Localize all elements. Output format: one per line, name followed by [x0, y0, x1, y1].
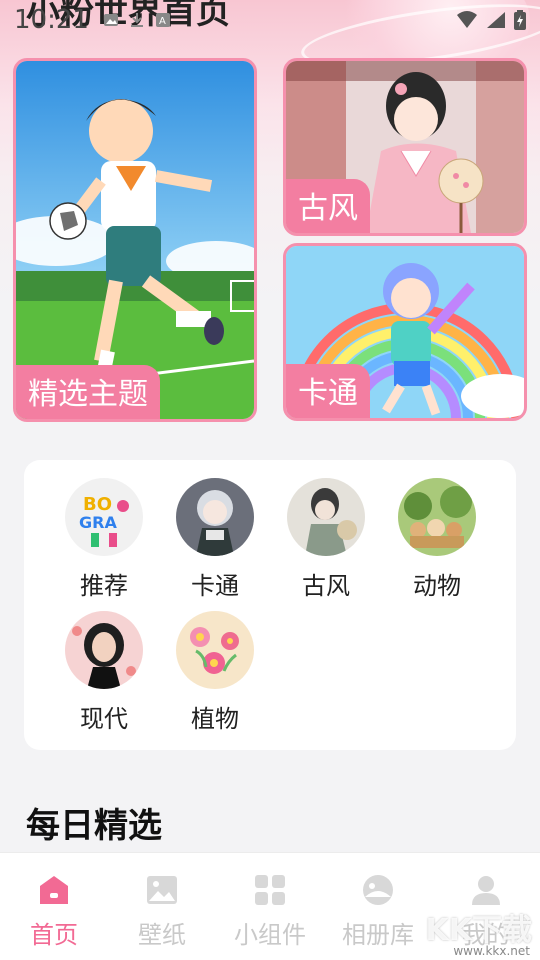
- battery-icon: [514, 10, 526, 30]
- flowers-icon: [176, 611, 254, 689]
- featured-theme-card[interactable]: 精选主题: [13, 58, 257, 422]
- category-ancient[interactable]: 古风: [276, 478, 376, 601]
- watermark-logo: KK下载: [425, 913, 533, 948]
- modern-woman-icon: [65, 611, 143, 689]
- nav-widgets[interactable]: 小组件: [216, 853, 324, 960]
- cartoon-card-label: 卡通: [286, 364, 370, 418]
- text-notification-icon: A: [155, 13, 170, 27]
- nav-widgets-label: 小组件: [234, 921, 306, 949]
- svg-text:GRA: GRA: [79, 513, 117, 532]
- wifi-icon: [457, 11, 477, 28]
- nav-wallpaper-label: 壁纸: [138, 921, 186, 949]
- nav-album[interactable]: 相册库: [324, 853, 432, 960]
- status-time: 10:21: [14, 5, 89, 35]
- nav-album-label: 相册库: [342, 921, 414, 949]
- gallery-notification-icon: [103, 14, 118, 26]
- user-icon: [472, 876, 500, 905]
- featured-card-label: 精选主题: [16, 365, 160, 419]
- category-label: 植物: [191, 705, 239, 733]
- category-modern[interactable]: 现代: [54, 611, 154, 734]
- download-notification-icon: [130, 13, 143, 27]
- widgets-grid-icon: [255, 875, 285, 905]
- status-bar: 10:21 A: [0, 0, 540, 40]
- cartoon-card[interactable]: 卡通: [283, 243, 527, 421]
- category-label: 古风: [302, 572, 350, 600]
- ancient-style-card[interactable]: 古风: [283, 58, 527, 236]
- category-label: 卡通: [191, 572, 239, 600]
- category-label: 动物: [413, 572, 461, 600]
- svg-text:BO: BO: [83, 494, 112, 515]
- daily-picks-title: 每日精选: [26, 806, 162, 846]
- category-panel: BO GRA 推荐 卡通 古风 动物 现代 植物: [24, 460, 516, 750]
- category-plants[interactable]: 植物: [165, 611, 265, 734]
- ancient-card-label: 古风: [286, 179, 370, 233]
- category-label: 现代: [80, 705, 128, 733]
- watermark-url: www.kkx.net: [453, 944, 530, 958]
- category-label: 推荐: [80, 572, 128, 600]
- category-recommend[interactable]: BO GRA 推荐: [54, 478, 154, 601]
- nav-wallpaper[interactable]: 壁纸: [108, 853, 216, 960]
- graffiti-art-icon: BO GRA: [65, 478, 143, 556]
- system-status-icons: [456, 10, 526, 30]
- home-icon: [40, 876, 68, 904]
- nav-home-label: 首页: [30, 921, 78, 949]
- cartoon-girl-icon: [176, 478, 254, 556]
- category-cartoon[interactable]: 卡通: [165, 478, 265, 601]
- image-icon: [147, 876, 177, 904]
- ancient-style-girl-icon: [287, 478, 365, 556]
- notification-icons: A: [103, 12, 171, 28]
- nav-home[interactable]: 首页: [0, 853, 108, 960]
- animals-icon: [398, 478, 476, 556]
- svg-text:A: A: [159, 16, 166, 27]
- signal-icon: [487, 12, 505, 28]
- category-animals[interactable]: 动物: [387, 478, 487, 601]
- album-icon: [363, 875, 393, 905]
